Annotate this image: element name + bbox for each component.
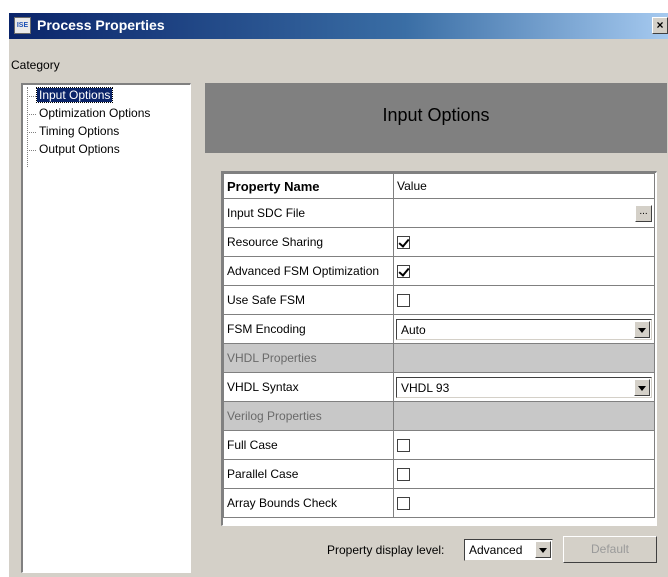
property-name: Advanced FSM Optimization	[223, 256, 394, 286]
grid-header-row: Property Name Value	[223, 173, 655, 199]
close-button[interactable]: ×	[652, 17, 668, 34]
full-case-checkbox[interactable]	[397, 439, 410, 453]
property-name: Parallel Case	[223, 459, 394, 489]
category-tree[interactable]: Input Options Optimization Options Timin…	[21, 83, 191, 573]
property-name: FSM Encoding	[223, 314, 394, 344]
tree-item-label: Timing Options	[39, 124, 120, 138]
column-header-property-name[interactable]: Property Name	[223, 173, 394, 199]
table-row: Full Case	[223, 430, 655, 460]
property-value-cell: Auto	[393, 314, 655, 344]
property-name: VHDL Syntax	[223, 372, 394, 402]
display-level-value: Advanced	[469, 543, 523, 557]
tree-item-input-options[interactable]: Input Options	[23, 87, 188, 105]
section-label-vhdl: VHDL Properties	[223, 343, 394, 373]
section-row: VHDL Properties	[223, 343, 655, 373]
table-row: Parallel Case	[223, 459, 655, 489]
chevron-down-icon[interactable]	[634, 321, 650, 338]
fsm-encoding-value: Auto	[401, 323, 426, 337]
tree-branch	[27, 114, 36, 115]
vhdl-syntax-select[interactable]: VHDL 93	[396, 377, 652, 398]
tree-branch	[27, 132, 36, 133]
section-value-cell	[393, 401, 655, 431]
table-row: Use Safe FSM	[223, 285, 655, 315]
input-sdc-file-value[interactable]: ...	[393, 198, 655, 228]
table-row: VHDL Syntax VHDL 93	[223, 372, 655, 402]
property-value-cell	[393, 227, 655, 257]
property-name: Input SDC File	[223, 198, 394, 228]
vhdl-syntax-value: VHDL 93	[401, 381, 450, 395]
property-name: Full Case	[223, 430, 394, 460]
tree-item-optimization-options[interactable]: Optimization Options	[23, 105, 188, 123]
array-bounds-check-checkbox[interactable]	[397, 497, 410, 511]
tree-item-label: Input Options	[35, 87, 114, 103]
window-title: Process Properties	[37, 17, 165, 33]
table-row: Resource Sharing	[223, 227, 655, 257]
property-value-cell	[393, 285, 655, 315]
parallel-case-checkbox[interactable]	[397, 468, 410, 482]
use-safe-fsm-checkbox[interactable]	[397, 294, 410, 308]
table-row: Array Bounds Check	[223, 488, 655, 518]
property-value-cell	[393, 430, 655, 460]
process-properties-dialog: ISE Process Properties × Category Input …	[8, 12, 668, 577]
tree-branch	[27, 150, 36, 151]
property-value-cell	[393, 256, 655, 286]
advanced-fsm-optimization-checkbox[interactable]	[397, 265, 410, 279]
ise-app-icon: ISE	[14, 17, 31, 34]
column-header-value[interactable]: Value	[393, 173, 655, 199]
browse-button[interactable]: ...	[635, 205, 652, 222]
table-row: FSM Encoding Auto	[223, 314, 655, 344]
property-value-cell	[393, 488, 655, 518]
property-value-cell: VHDL 93	[393, 372, 655, 402]
table-row: Input SDC File ...	[223, 198, 655, 228]
display-level-select[interactable]: Advanced	[464, 539, 553, 561]
tree-item-output-options[interactable]: Output Options	[23, 141, 188, 159]
tree-item-timing-options[interactable]: Timing Options	[23, 123, 188, 141]
default-button[interactable]: Default	[563, 536, 657, 563]
display-level-label: Property display level:	[327, 543, 445, 557]
section-label-verilog: Verilog Properties	[223, 401, 394, 431]
table-row: Advanced FSM Optimization	[223, 256, 655, 286]
fsm-encoding-select[interactable]: Auto	[396, 319, 652, 340]
property-name: Resource Sharing	[223, 227, 394, 257]
chevron-down-icon[interactable]	[634, 379, 650, 396]
options-header-title: Input Options	[382, 105, 490, 125]
section-row: Verilog Properties	[223, 401, 655, 431]
resource-sharing-checkbox[interactable]	[397, 236, 410, 250]
category-label: Category	[11, 58, 60, 72]
options-header-panel: Input Options	[205, 83, 667, 153]
tree-item-label: Optimization Options	[39, 106, 151, 120]
title-bar[interactable]: ISE Process Properties ×	[9, 13, 668, 39]
property-name: Use Safe FSM	[223, 285, 394, 315]
property-grid: Property Name Value Input SDC File ... R…	[221, 171, 657, 526]
chevron-down-icon[interactable]	[535, 541, 551, 558]
tree-branch	[27, 96, 36, 97]
property-name: Array Bounds Check	[223, 488, 394, 518]
tree-item-label: Output Options	[39, 142, 120, 156]
section-value-cell	[393, 343, 655, 373]
property-value-cell	[393, 459, 655, 489]
